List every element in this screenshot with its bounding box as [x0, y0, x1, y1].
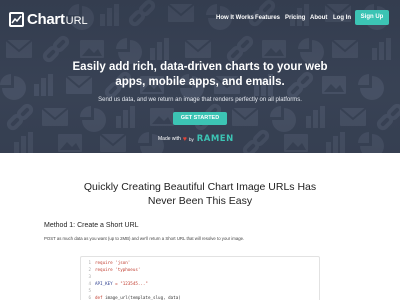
code-text: image_url(template_slug, data) — [102, 295, 181, 300]
nav-pricing[interactable]: Pricing — [285, 15, 305, 21]
code-text: 'typhoeus' — [112, 267, 141, 272]
hero-headline: Easily add rich, data-driven charts to y… — [40, 60, 360, 90]
hero-headline-line-2: apps, mobile apps, and emails. — [115, 76, 285, 88]
section-title: Quickly Creating Beautiful Chart Image U… — [60, 180, 340, 208]
line-number: 1 — [88, 260, 91, 265]
code-line: 2 require 'typhoeus' — [84, 266, 140, 273]
code-keyword: def — [95, 295, 103, 300]
line-number: 2 — [88, 267, 91, 272]
get-started-button[interactable]: GET STARTED — [173, 112, 227, 125]
nav-features[interactable]: Features — [255, 15, 280, 21]
sign-up-button[interactable]: Sign Up — [355, 10, 389, 25]
method-title: Method 1: Create a Short URL — [44, 222, 139, 229]
hero-subtext: Send us data, and we return an image tha… — [98, 97, 302, 103]
code-constant: API_KEY — [95, 281, 113, 286]
logo-suffix: URL — [65, 14, 88, 27]
hero-headline-line-1: Easily add rich, data-driven charts to y… — [72, 61, 328, 73]
logo-chart-icon — [9, 11, 24, 27]
code-line: 4 API_KEY = "123545..." — [84, 280, 148, 287]
code-sample-box: 1 require 'json' 2 require 'typhoeus' 3 … — [80, 256, 320, 300]
code-line: 6 def image_url(template_slug, data) — [84, 294, 181, 300]
chart-url-logo[interactable]: Chart URL — [9, 10, 88, 28]
logo-text: Chart — [27, 10, 65, 28]
section-title-line-1: Quickly Creating Beautiful Chart Image U… — [83, 181, 317, 193]
nav-how-it-works[interactable]: How It Works — [216, 15, 254, 21]
section-title-line-2: Never Been This Easy — [147, 195, 253, 207]
code-text: 'json' — [112, 260, 131, 265]
line-number: 3 — [88, 274, 91, 279]
line-number: 5 — [88, 288, 91, 293]
line-number: 4 — [88, 281, 91, 286]
line-number: 6 — [88, 295, 91, 300]
nav-log-in[interactable]: Log In — [333, 15, 351, 21]
code-text: = "123545..." — [112, 281, 148, 286]
code-keyword: require — [95, 260, 113, 265]
ramen-logo[interactable]: RAMEN — [197, 134, 234, 144]
heart-icon: ♥ — [182, 135, 187, 143]
top-navbar: Chart URL How It Works Features Pricing … — [0, 0, 400, 36]
nav-about[interactable]: About — [310, 15, 327, 21]
method-description: POST as much data as you want (up to 2MB… — [44, 236, 245, 241]
made-with-text: Made with — [158, 136, 181, 142]
code-keyword: require — [95, 267, 113, 272]
code-line: 3 — [84, 273, 95, 280]
code-line: 1 require 'json' — [84, 259, 130, 266]
made-with-credit: Made with ♥ by RAMEN — [158, 134, 234, 144]
hero-section: Chart URL How It Works Features Pricing … — [0, 0, 400, 153]
code-line: 5 — [84, 287, 95, 294]
by-text: by — [188, 136, 194, 142]
